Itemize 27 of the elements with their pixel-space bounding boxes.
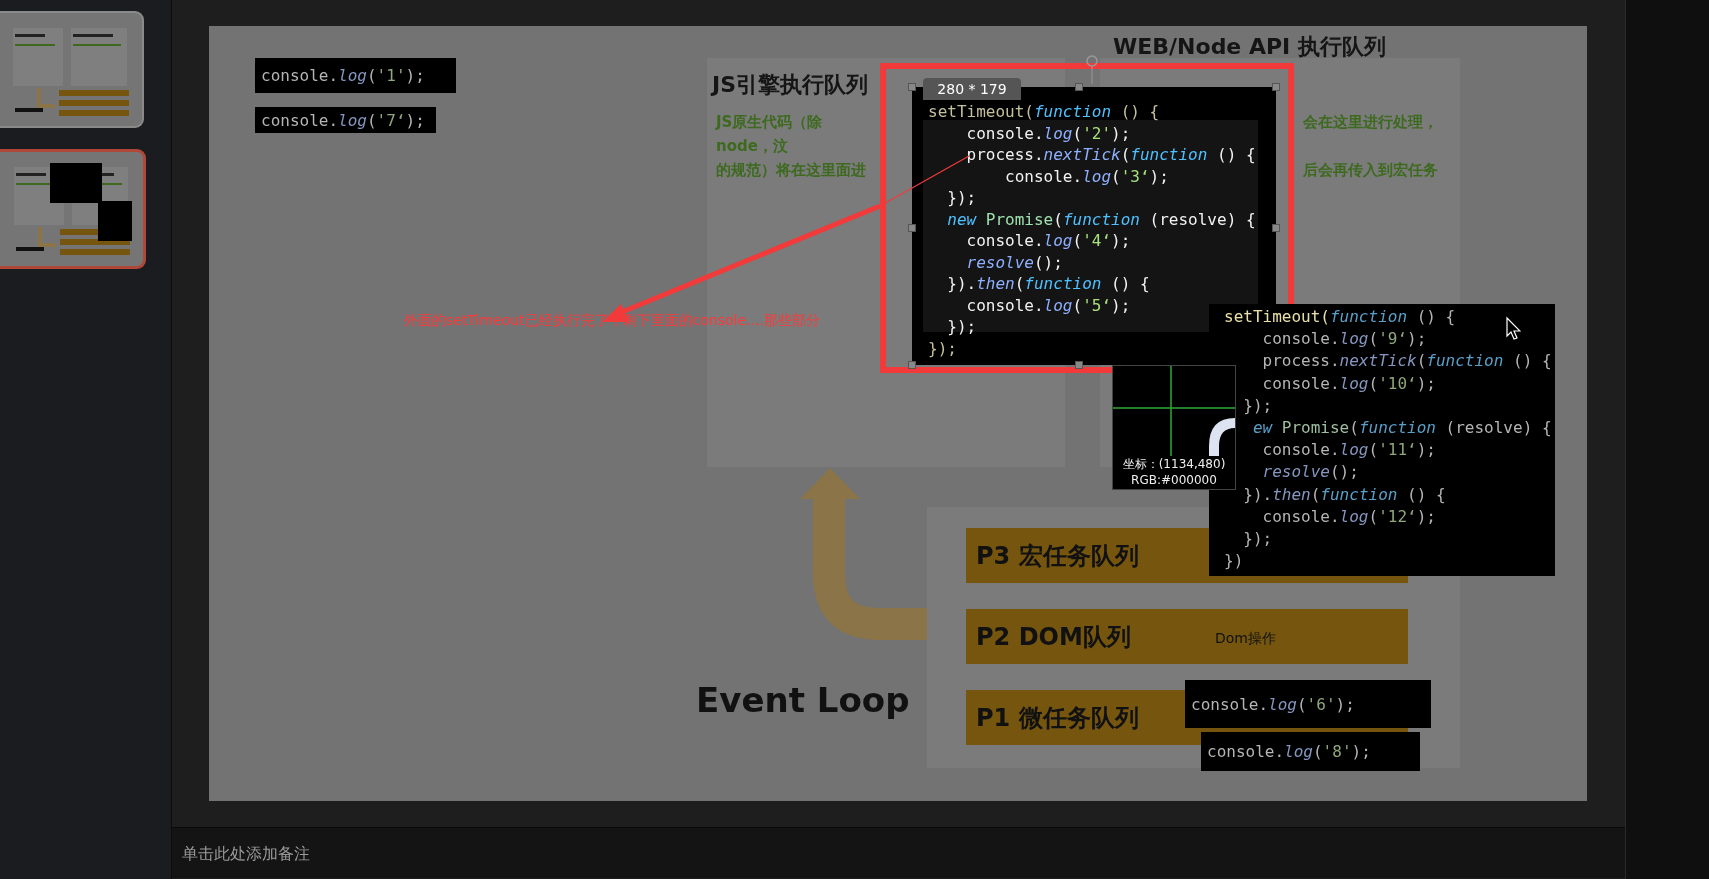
- panel-title: WEB/Node API 执行队列: [1113, 33, 1386, 61]
- panel-description: JS原生代码（除node，汶: [716, 112, 824, 157]
- resize-handle[interactable]: [908, 361, 916, 369]
- magnifier-coordinates: 坐标：(1134,480): [1121, 456, 1227, 473]
- notes-field[interactable]: 单击此处添加备注: [172, 828, 1625, 878]
- cursor-icon: [1506, 316, 1521, 340]
- resize-handle[interactable]: [1272, 83, 1280, 91]
- code-snippet: console.log('6');: [1185, 680, 1431, 728]
- resize-handle[interactable]: [908, 224, 916, 232]
- rotate-handle[interactable]: [1086, 55, 1098, 85]
- code-snippet: console.log('8');: [1201, 732, 1420, 771]
- size-label: 280 * 179: [923, 78, 1021, 100]
- resize-handle[interactable]: [908, 83, 916, 91]
- panel-description: 的规范）将在这里面进: [716, 160, 867, 181]
- event-loop-title: Event Loop: [696, 680, 910, 720]
- magnifier-color: RGB:#000000: [1130, 473, 1218, 487]
- panel-description: 后会再传入到宏任务: [1303, 160, 1439, 181]
- panel-title: JS引擎执行队列: [712, 71, 869, 99]
- queue-note: Dom操作: [1215, 630, 1276, 648]
- resize-handle[interactable]: [1272, 224, 1280, 232]
- code-snippet: console.log('7‘);: [255, 107, 436, 133]
- code-snippet: console.log('1');: [255, 58, 456, 93]
- panel-description: 会在这里进行处理，: [1303, 112, 1439, 133]
- slide-thumbnail[interactable]: [0, 149, 146, 269]
- resize-handle[interactable]: [1075, 361, 1083, 369]
- resize-handle[interactable]: [1075, 83, 1083, 91]
- slide-thumbnail[interactable]: [0, 11, 144, 128]
